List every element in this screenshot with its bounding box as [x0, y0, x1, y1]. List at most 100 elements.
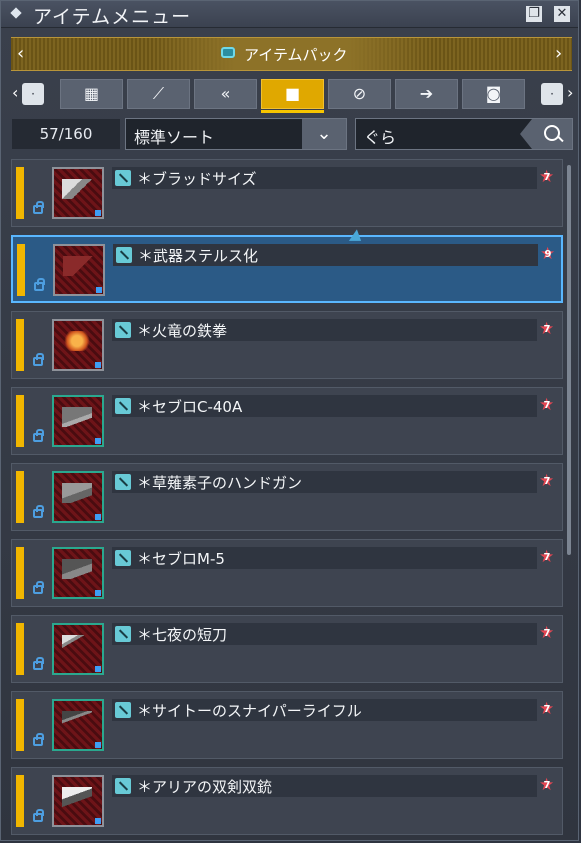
item-thumbnail: [52, 547, 104, 599]
tag-icon: ⊘: [352, 84, 367, 103]
weapon-type-icon: [115, 170, 131, 186]
pack-icon: [221, 47, 235, 58]
rarity-star-badge: ★ 7: [539, 168, 554, 186]
item-name: ＊ブラッドサイズ: [137, 170, 257, 188]
sort-label: 標準ソート: [134, 128, 215, 147]
rarity-bar: [16, 395, 24, 447]
rarity-star-badge: ★ 7: [539, 776, 554, 794]
rarity-star-badge: ★ 7: [539, 700, 554, 718]
title-bar[interactable]: アイテムメニュー ❐ ✕: [1, 1, 578, 28]
list-item[interactable]: ＊草薙素子のハンドガン ★ 7: [11, 463, 563, 531]
item-name: ＊アリアの双剣双銃: [137, 778, 273, 796]
item-menu-window: アイテムメニュー ❐ ✕ ‹ アイテムパック › ‹ · ▦ ⟋ « ■ ⊘ ➔…: [0, 0, 579, 841]
double-arrow-icon: «: [220, 84, 231, 103]
badge-number: 7: [543, 552, 551, 563]
rarity-bar: [16, 471, 24, 523]
weapon-type-icon: [115, 474, 131, 490]
badge-number: 7: [543, 780, 551, 791]
lock-icon: [33, 733, 44, 746]
lock-icon: [33, 581, 44, 594]
item-pack-bar: ‹ アイテムパック ›: [11, 37, 572, 71]
item-name: ＊草薙素子のハンドガン: [137, 474, 303, 492]
item-name: ＊セブロC-40A: [137, 398, 243, 416]
rarity-bar: [17, 244, 25, 296]
list-item[interactable]: ＊ブラッドサイズ ★ 7: [11, 159, 563, 227]
list-item[interactable]: ＊アリアの双剣双銃 ★ 7: [11, 767, 563, 835]
pack-label: アイテムパック: [244, 46, 348, 64]
rarity-bar: [16, 547, 24, 599]
tab-tag[interactable]: ⊘: [328, 79, 391, 109]
item-name: ＊サイトーのスナイパーライフル: [137, 702, 362, 720]
item-name: ＊セブロM-5: [137, 550, 225, 568]
search-icon: [544, 125, 560, 141]
search-button[interactable]: [520, 119, 572, 149]
tab-bag[interactable]: ◙: [462, 79, 525, 109]
close-icon[interactable]: ✕: [554, 6, 570, 22]
pack-next-arrow-icon[interactable]: ›: [555, 43, 562, 64]
weapon-type-icon: [116, 247, 132, 263]
restore-icon[interactable]: ❐: [526, 6, 542, 22]
list-item[interactable]: ＊サイトーのスナイパーライフル ★ 7: [11, 691, 563, 759]
item-thumbnail: [52, 167, 104, 219]
rarity-bar: [16, 319, 24, 371]
window-title: アイテムメニュー: [33, 6, 192, 28]
rarity-star-badge: ★ 7: [539, 396, 554, 414]
category-tabs: ‹ · ▦ ⟋ « ■ ⊘ ➔ ◙ · ›: [1, 79, 578, 113]
sword-icon: ⟋: [152, 84, 165, 103]
tab-next-arrow-icon[interactable]: ›: [567, 83, 573, 102]
item-count: 57/160: [12, 119, 120, 149]
lock-icon: [33, 201, 44, 214]
rarity-star-badge: ★ 7: [539, 624, 554, 642]
badge-number: 7: [543, 628, 551, 639]
weapon-type-icon: [115, 398, 131, 414]
filter-row: 57/160 標準ソート ⌄ ぐら: [1, 117, 578, 151]
tab-prev-button[interactable]: ·: [22, 83, 44, 105]
badge-number: 7: [543, 704, 551, 715]
badge-number: 7: [543, 476, 551, 487]
rarity-star-badge: ★ 7: [539, 548, 554, 566]
rarity-star-badge: ★ 7: [539, 320, 554, 338]
rarity-star-badge: ★ 9: [540, 245, 555, 263]
tab-next-button[interactable]: ·: [541, 83, 563, 105]
list-item[interactable]: ＊火竜の鉄拳 ★ 7: [11, 311, 563, 379]
lock-icon: [33, 429, 44, 442]
tab-sword[interactable]: ⟋: [127, 79, 190, 109]
item-thumbnail: [52, 319, 104, 371]
sort-dropdown[interactable]: 標準ソート ⌄: [125, 118, 347, 150]
bag-icon: ◙: [485, 84, 502, 103]
item-thumbnail: [52, 775, 104, 827]
badge-number: 7: [543, 172, 551, 183]
item-thumbnail: [52, 395, 104, 447]
rarity-bar: [16, 699, 24, 751]
lock-icon: [33, 353, 44, 366]
weapon-type-icon: [115, 322, 131, 338]
arrow-sign-icon: ➔: [419, 84, 434, 103]
item-name: ＊武器ステルス化: [138, 247, 259, 265]
rarity-bar: [16, 623, 24, 675]
list-item[interactable]: ＊セブロC-40A ★ 7: [11, 387, 563, 455]
shirt-icon: ■: [284, 84, 301, 103]
tab-arrow-sign[interactable]: ➔: [395, 79, 458, 109]
item-thumbnail: [52, 471, 104, 523]
item-thumbnail: [52, 699, 104, 751]
list-item[interactable]: ＊セブロM-5 ★ 7: [11, 539, 563, 607]
grid-icon: ▦: [83, 84, 100, 103]
tab-double-arrow[interactable]: «: [194, 79, 257, 109]
badge-number: 7: [543, 400, 551, 411]
chevron-down-icon[interactable]: ⌄: [302, 119, 346, 149]
lock-icon: [34, 278, 45, 291]
item-name: ＊火竜の鉄拳: [137, 322, 228, 340]
list-item[interactable]: ＊七夜の短刀 ★ 7: [11, 615, 563, 683]
tab-grid[interactable]: ▦: [60, 79, 123, 109]
item-list[interactable]: ＊ブラッドサイズ ★ 7 ＊武器ステルス化 ★ 9 ＊火竜の鉄拳 ★ 7 ＊セブロC-40A ★ 7 ＊…: [11, 159, 564, 842]
item-thumbnail: [52, 623, 104, 675]
search-input[interactable]: ぐら: [355, 118, 573, 150]
weapon-type-icon: [115, 626, 131, 642]
tab-costume[interactable]: ■: [261, 79, 324, 113]
item-name: ＊七夜の短刀: [137, 626, 228, 644]
tab-prev-arrow-icon[interactable]: ‹: [12, 83, 18, 102]
list-item[interactable]: ＊武器ステルス化 ★ 9: [11, 235, 563, 303]
pack-prev-arrow-icon[interactable]: ‹: [17, 43, 24, 64]
rarity-bar: [16, 167, 24, 219]
scrollbar[interactable]: [567, 165, 571, 555]
